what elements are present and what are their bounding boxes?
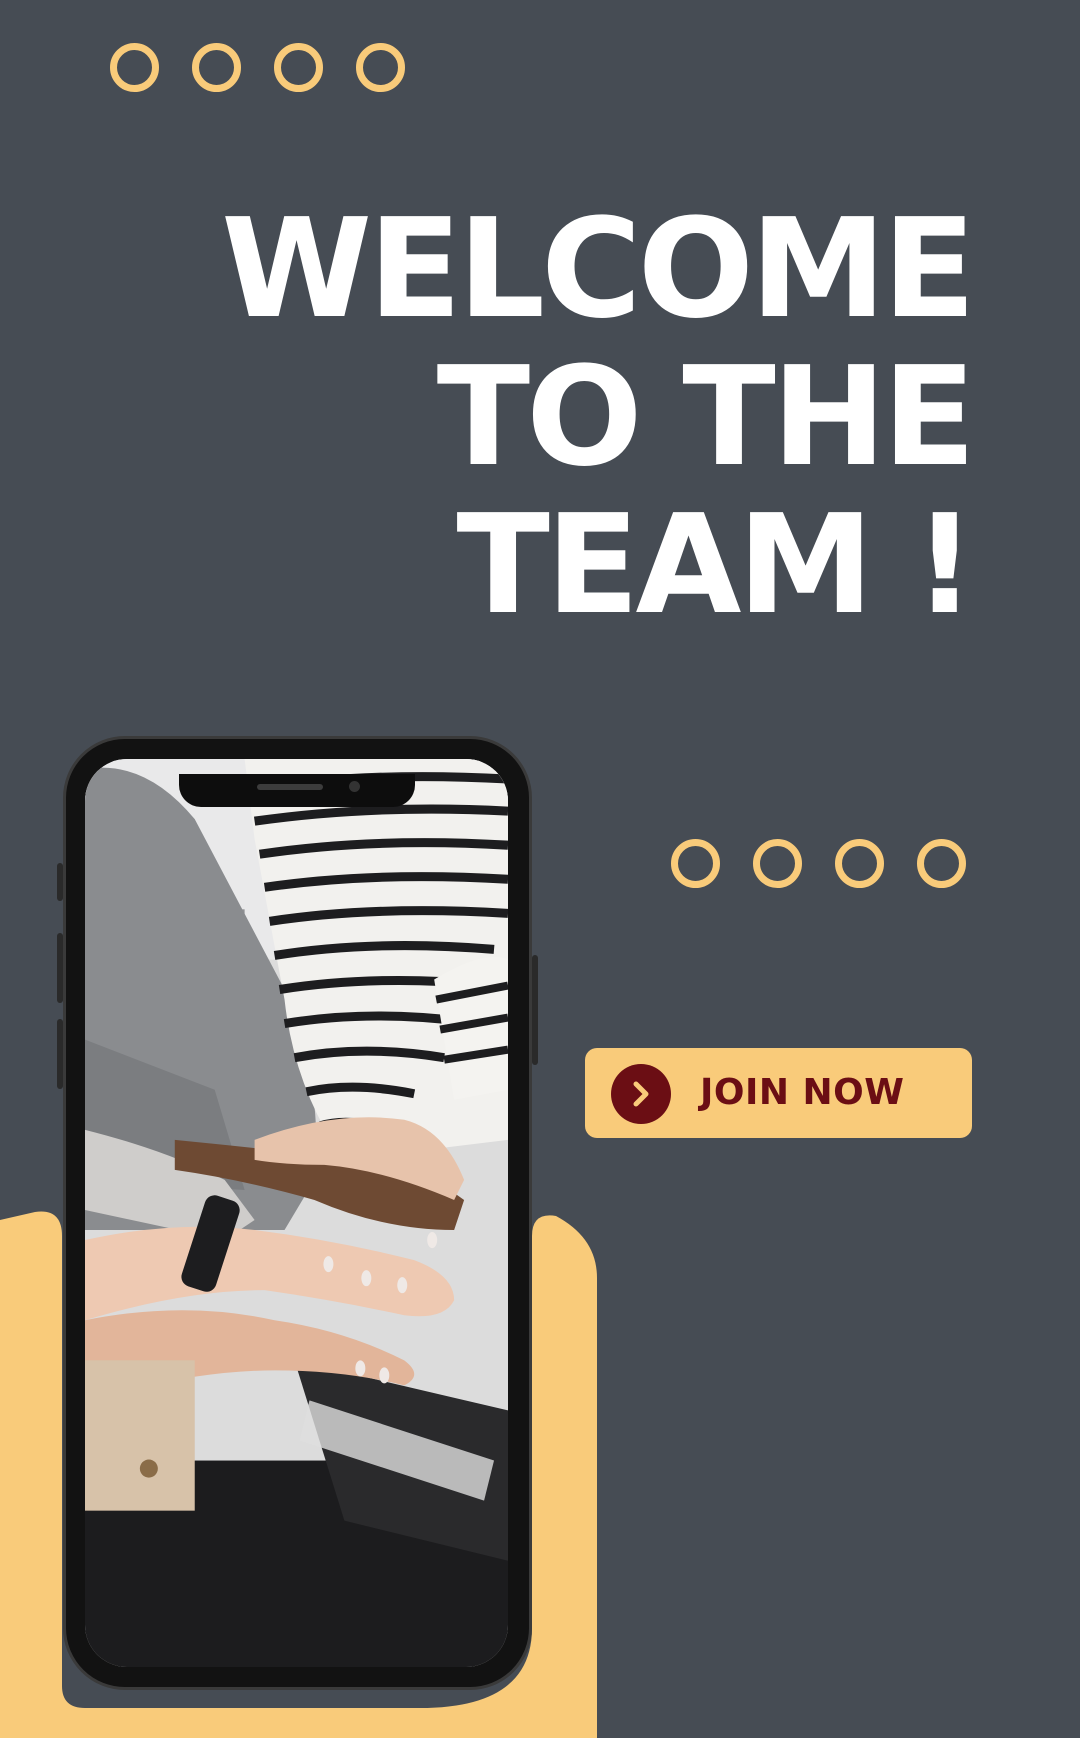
speaker-grille — [256, 784, 323, 790]
ring-decoration — [753, 839, 802, 888]
phone-power-button — [532, 955, 538, 1065]
ring-decoration — [274, 43, 323, 92]
phone-volume-down-button — [57, 1019, 63, 1089]
headline: WELCOME TO THE TEAM ! — [221, 190, 976, 645]
decorative-dots-top — [110, 43, 405, 92]
ring-decoration — [917, 839, 966, 888]
phone-mockup — [57, 736, 538, 1690]
headline-line-2: TO THE — [436, 338, 976, 497]
ring-decoration — [835, 839, 884, 888]
stacked-hands-photo — [85, 759, 508, 1667]
camera-icon — [348, 781, 360, 792]
phone-mute-switch — [57, 863, 63, 901]
ring-decoration — [110, 43, 159, 92]
join-now-button[interactable]: JOIN NOW — [585, 1048, 972, 1138]
join-now-label: JOIN NOW — [700, 1072, 905, 1113]
ring-decoration — [356, 43, 405, 92]
phone-notch — [178, 774, 415, 807]
chevron-right-icon — [611, 1064, 671, 1124]
ring-decoration — [671, 839, 720, 888]
headline-line-3: TEAM ! — [456, 486, 976, 645]
phone-volume-up-button — [57, 933, 63, 1003]
phone-screen — [85, 759, 508, 1667]
headline-line-1: WELCOME — [221, 190, 976, 349]
decorative-dots-middle — [671, 839, 966, 888]
ring-decoration — [192, 43, 241, 92]
